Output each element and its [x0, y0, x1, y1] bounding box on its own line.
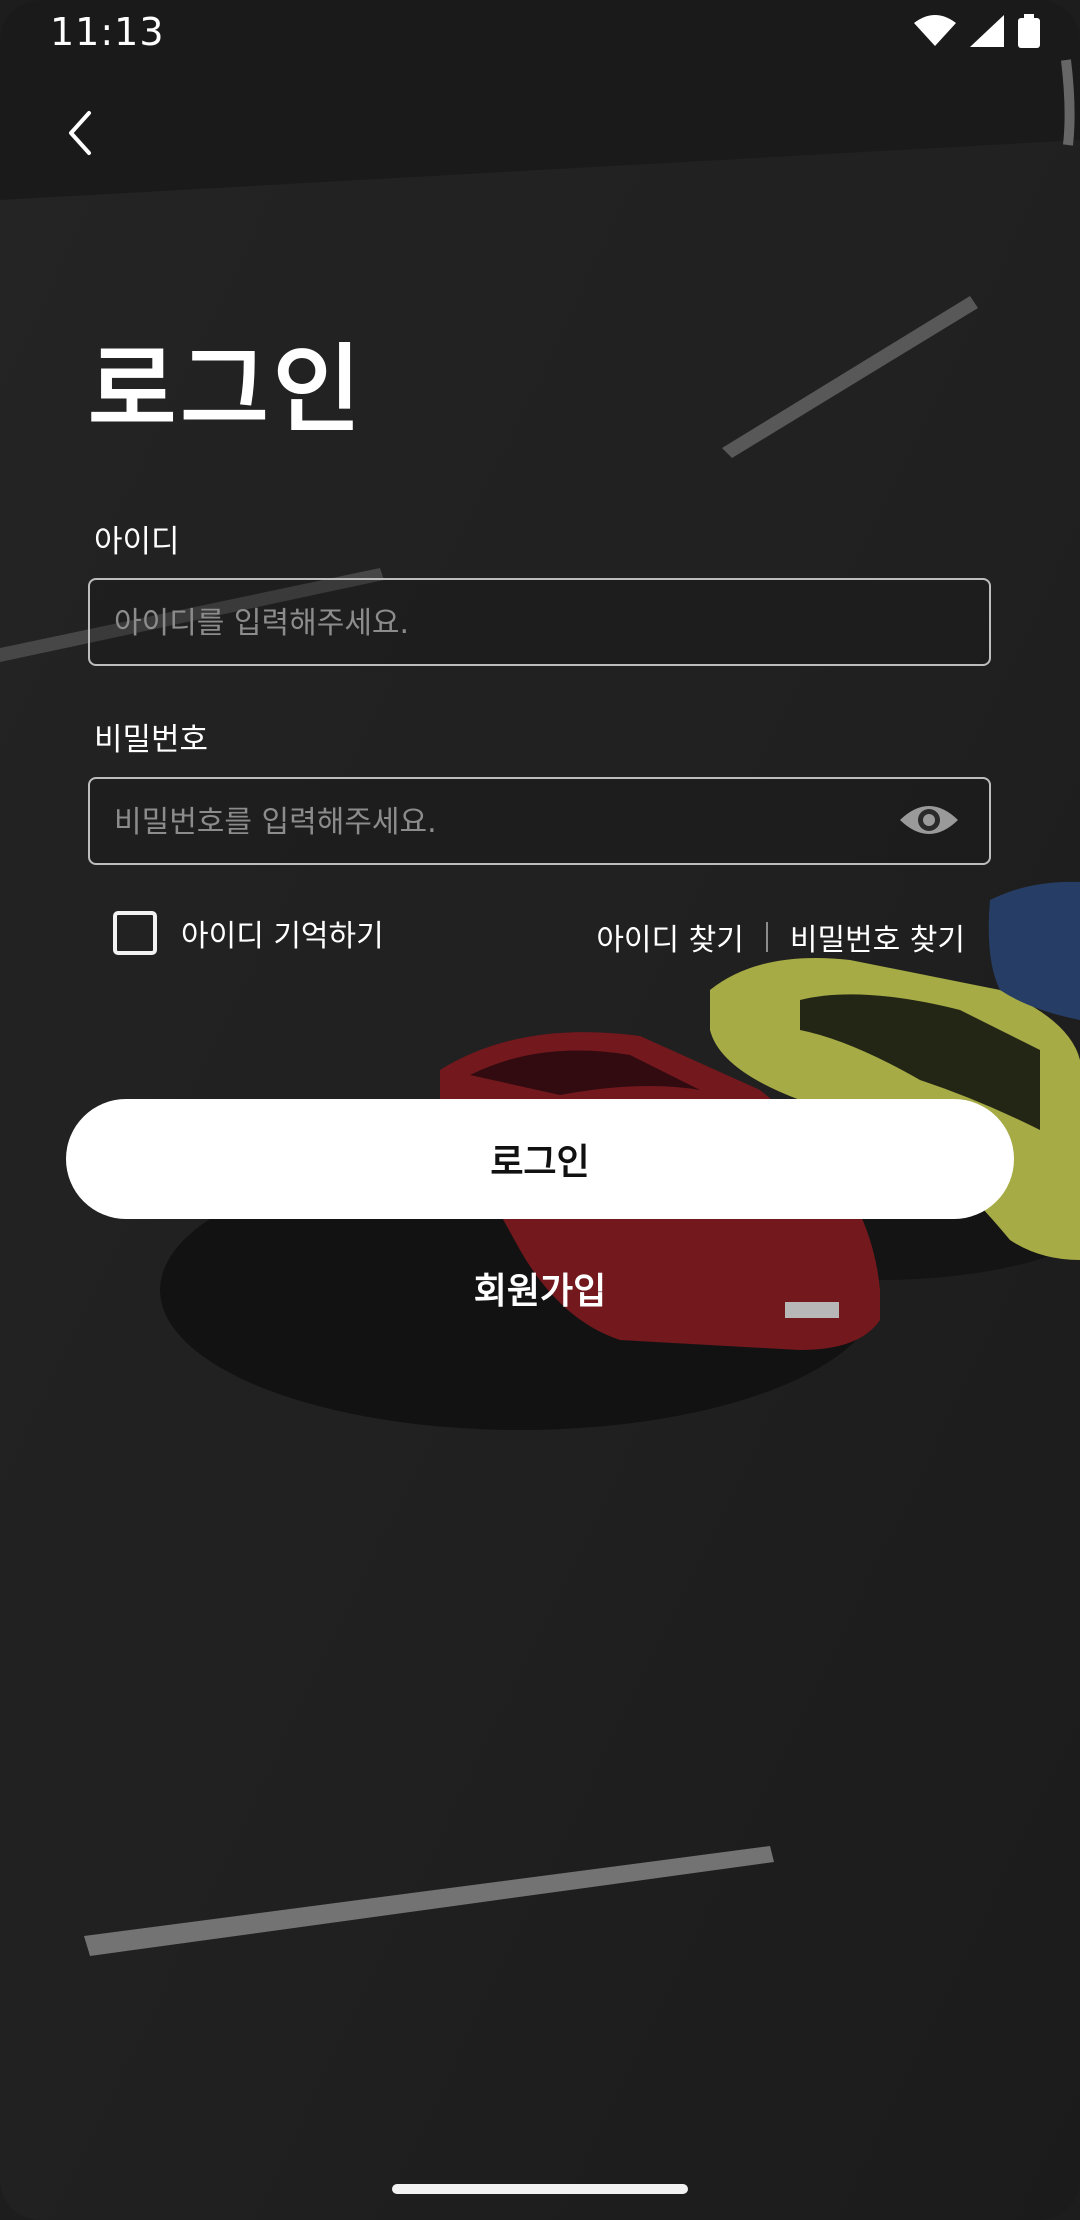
links-divider [765, 922, 768, 952]
find-id-link[interactable]: 아이디 찾기 [596, 915, 744, 959]
status-bar: 11:13 [0, 0, 1080, 70]
page-title: 로그인 [88, 334, 365, 446]
home-indicator[interactable] [392, 2184, 688, 2194]
eye-icon [898, 800, 960, 844]
chevron-left-icon [65, 109, 95, 161]
find-password-link[interactable]: 비밀번호 찾기 [790, 915, 965, 959]
wifi-icon [914, 15, 956, 51]
signup-link[interactable]: 회원가입 [0, 1262, 1080, 1314]
login-button[interactable]: 로그인 [66, 1099, 1014, 1219]
id-input[interactable] [112, 580, 936, 666]
password-visibility-toggle[interactable] [899, 797, 959, 847]
password-input-container [88, 777, 991, 865]
password-field-label: 비밀번호 [94, 722, 209, 758]
remember-id-label: 아이디 기억하기 [181, 919, 384, 954]
remember-id[interactable]: 아이디 기억하기 [113, 911, 384, 955]
login-screen: 11:13 로그인 아이디 비밀번호 [0, 0, 1080, 2220]
id-field-label: 아이디 [94, 524, 180, 560]
back-button[interactable] [50, 105, 110, 165]
id-input-container [88, 578, 991, 666]
status-time: 11:13 [50, 10, 165, 54]
signal-icon [970, 15, 1004, 51]
battery-icon [1018, 14, 1040, 52]
status-icons [914, 14, 1040, 52]
find-links: 아이디 찾기 비밀번호 찾기 [596, 915, 965, 959]
remember-id-checkbox[interactable] [113, 911, 157, 955]
password-input[interactable] [112, 779, 936, 865]
